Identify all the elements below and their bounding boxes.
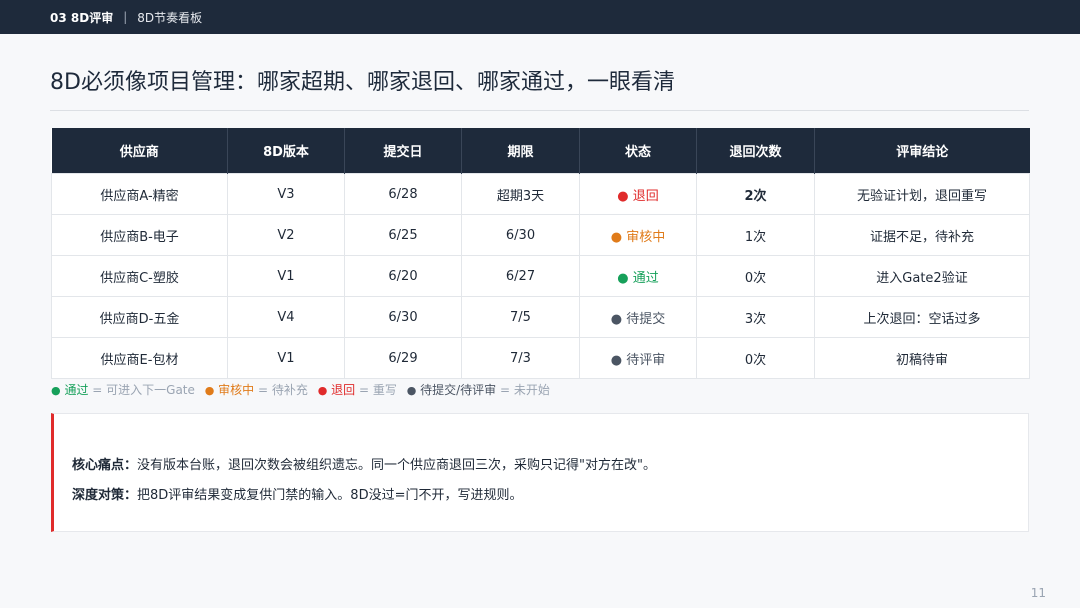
returns-cell: 0次 xyxy=(696,255,815,297)
strategy-label: 深度对策： xyxy=(72,488,138,503)
8d-status-table: 供应商 8D版本 提交日 期限 状态 退回次数 评审结论 供应商A-精密 V3 … xyxy=(51,128,1030,379)
returns-cell: 0次 xyxy=(696,337,815,379)
submitted-cell: 6/28 xyxy=(344,173,462,215)
strategy-line: 深度对策：把8D评审结果变成复供门禁的输入。8D没过=门不开，写进规则。 xyxy=(72,484,522,503)
status-label: 通过 xyxy=(632,270,659,286)
table-row: 供应商A-精密 V3 6/28 超期3天 ● 退回 2次 无验证计划，退回重写 xyxy=(51,173,1030,215)
table-row: 供应商E-包材 V1 6/29 7/3 ● 待评审 0次 初稿待审 xyxy=(51,337,1030,379)
status-dot-icon: ● xyxy=(610,229,623,245)
top-bar: 03 8D评审 | 8D节奏看板 xyxy=(0,0,1080,34)
version-cell: V4 xyxy=(227,296,345,338)
gray-dot-icon: ● xyxy=(406,384,417,397)
red-dot-icon: ● xyxy=(317,384,328,397)
col-header-version: 8D版本 xyxy=(227,128,345,174)
conclusion-cell: 证据不足，待补充 xyxy=(814,214,1030,256)
deadline-cell: 7/5 xyxy=(461,296,580,338)
deadline-cell: 7/3 xyxy=(461,337,580,379)
status-cell: ● 通过 xyxy=(579,255,697,297)
col-header-status: 状态 xyxy=(579,128,697,174)
version-cell: V3 xyxy=(227,173,345,215)
submitted-cell: 6/29 xyxy=(344,337,462,379)
col-header-conclusion: 评审结论 xyxy=(814,128,1030,174)
status-dot-icon: ● xyxy=(617,270,629,286)
legend-review: ● 审核中 = 待补充 xyxy=(204,383,308,397)
status-label: 审核中 xyxy=(626,229,666,245)
status-label: 待评审 xyxy=(626,352,666,368)
green-dot-icon: ● xyxy=(51,384,61,397)
status-cell: ● 审核中 xyxy=(579,214,697,256)
returns-cell: 3次 xyxy=(696,296,815,338)
submitted-cell: 6/25 xyxy=(344,214,462,256)
returns-cell: 1次 xyxy=(696,214,815,256)
header-separator: | xyxy=(123,10,128,24)
legend-pass: ● 通过 = 可进入下一Gate xyxy=(51,383,195,397)
conclusion-cell: 进入Gate2验证 xyxy=(814,255,1030,297)
deadline-cell: 6/27 xyxy=(461,255,580,297)
supplier-cell: 供应商E-包材 xyxy=(51,337,228,379)
submitted-cell: 6/20 xyxy=(344,255,462,297)
col-header-supplier: 供应商 xyxy=(51,128,228,174)
pain-point-text: 没有版本台账，退回次数会被组织遗忘。同一个供应商退回三次，采购只记得"对方在改"… xyxy=(137,458,656,473)
insight-callout: 核心痛点：没有版本台账，退回次数会被组织遗忘。同一个供应商退回三次，采购只记得"… xyxy=(51,413,1029,532)
status-cell: ● 待评审 xyxy=(579,337,697,379)
version-cell: V2 xyxy=(227,214,345,256)
supplier-cell: 供应商B-电子 xyxy=(51,214,228,256)
pain-point-line: 核心痛点：没有版本台账，退回次数会被组织遗忘。同一个供应商退回三次，采购只记得"… xyxy=(72,454,656,473)
conclusion-cell: 初稿待审 xyxy=(814,337,1030,379)
pain-point-label: 核心痛点： xyxy=(72,458,138,473)
orange-dot-icon: ● xyxy=(204,384,215,397)
returns-cell: 2次 xyxy=(696,173,815,215)
legend-rejected: ● 退回 = 重写 xyxy=(317,383,397,397)
supplier-cell: 供应商A-精密 xyxy=(51,173,228,215)
table-header-row: 供应商 8D版本 提交日 期限 状态 退回次数 评审结论 xyxy=(51,128,1030,174)
version-cell: V1 xyxy=(227,255,345,297)
status-cell: ● 退回 xyxy=(579,173,697,215)
conclusion-cell: 无验证计划，退回重写 xyxy=(814,173,1030,215)
table-row: 供应商D-五金 V4 6/30 7/5 ● 待提交 3次 上次退回：空话过多 xyxy=(51,296,1030,338)
table-row: 供应商B-电子 V2 6/25 6/30 ● 审核中 1次 证据不足，待补充 xyxy=(51,214,1030,256)
strategy-text: 把8D评审结果变成复供门禁的输入。8D没过=门不开，写进规则。 xyxy=(137,488,523,503)
title-divider xyxy=(50,110,1029,111)
supplier-cell: 供应商D-五金 xyxy=(51,296,228,338)
submitted-cell: 6/30 xyxy=(344,296,462,338)
status-dot-icon: ● xyxy=(610,352,623,368)
col-header-deadline: 期限 xyxy=(461,128,580,174)
supplier-cell: 供应商C-塑胶 xyxy=(51,255,228,297)
col-header-returns: 退回次数 xyxy=(696,128,815,174)
status-cell: ● 待提交 xyxy=(579,296,697,338)
conclusion-cell: 上次退回：空话过多 xyxy=(814,296,1030,338)
legend-pending: ● 待提交/待评审 = 未开始 xyxy=(406,383,550,397)
version-cell: V1 xyxy=(227,337,345,379)
status-legend: ● 通过 = 可进入下一Gate ● 审核中 = 待补充 ● 退回 = 重写 ●… xyxy=(51,381,556,398)
page-title: 8D必须像项目管理：哪家超期、哪家退回、哪家通过，一眼看清 xyxy=(50,70,675,95)
status-dot-icon: ● xyxy=(617,188,629,204)
deadline-cell: 6/30 xyxy=(461,214,580,256)
status-label: 待提交 xyxy=(626,311,666,327)
deadline-cell: 超期3天 xyxy=(461,173,580,215)
status-label: 退回 xyxy=(632,188,659,204)
table-row: 供应商C-塑胶 V1 6/20 6/27 ● 通过 0次 进入Gate2验证 xyxy=(51,255,1030,297)
col-header-submitted: 提交日 xyxy=(344,128,462,174)
section-label: 03 8D评审 xyxy=(50,10,114,25)
status-dot-icon: ● xyxy=(610,311,623,327)
page-number: 11 xyxy=(1030,586,1046,600)
section-subtitle: 8D节奏看板 xyxy=(137,10,203,25)
